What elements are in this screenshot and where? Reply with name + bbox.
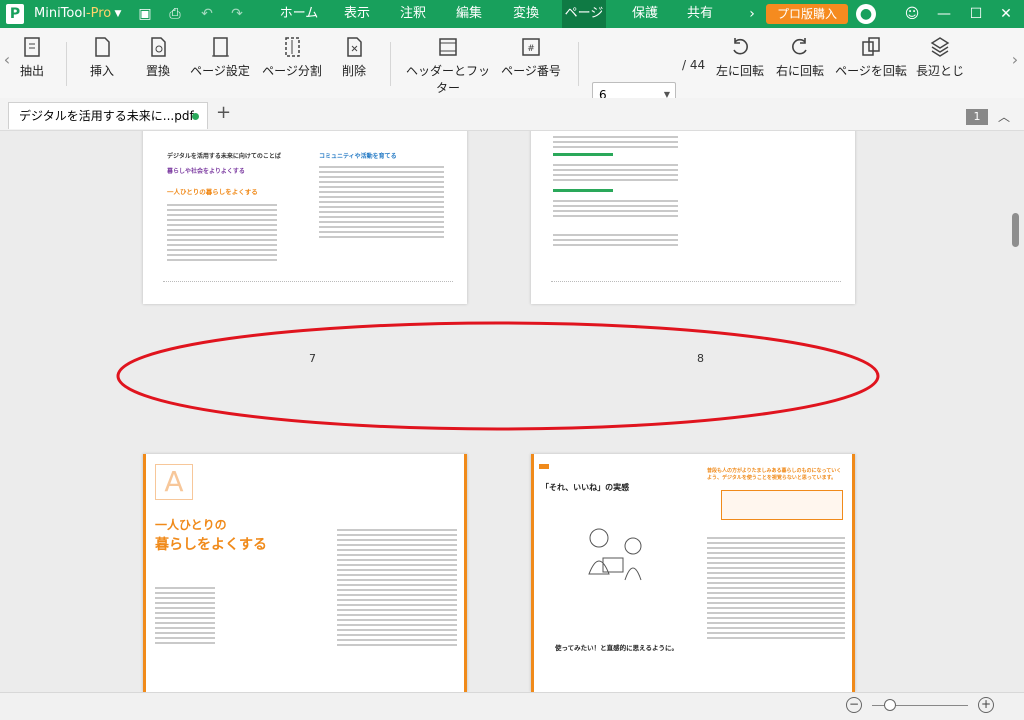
dropdown-icon[interactable]: ▼ bbox=[112, 4, 124, 24]
vertical-scrollbar-thumb[interactable] bbox=[1012, 213, 1019, 247]
toolbar-scroll-left-icon[interactable]: ‹ bbox=[2, 50, 12, 70]
long-edge-binding-icon bbox=[930, 37, 950, 57]
buy-pro-button[interactable]: プロ版購入 bbox=[766, 4, 848, 24]
menu-view[interactable]: 表示 bbox=[330, 0, 384, 28]
insert-button[interactable]: 挿入 bbox=[82, 36, 122, 79]
replace-icon bbox=[151, 37, 166, 57]
page-badge: 1 bbox=[966, 109, 988, 125]
delete-page-icon bbox=[347, 37, 362, 57]
minimize-icon[interactable]: — bbox=[936, 4, 952, 24]
menu-convert[interactable]: 変換 bbox=[498, 0, 554, 28]
page-split-icon bbox=[285, 37, 300, 57]
page-split-button[interactable]: ページ分割 bbox=[260, 36, 324, 79]
header-footer-button[interactable]: ヘッダーとフッター bbox=[404, 36, 492, 96]
close-icon[interactable]: ✕ bbox=[998, 4, 1014, 24]
illustration-people-icon bbox=[588, 528, 642, 581]
separator bbox=[578, 42, 579, 86]
menu-page[interactable]: ページ bbox=[562, 0, 606, 28]
page-number-icon: # bbox=[522, 38, 540, 56]
page-total: / 44 bbox=[682, 58, 706, 72]
menu-protect[interactable]: 保護 bbox=[620, 0, 670, 28]
menu-edit[interactable]: 編集 bbox=[442, 0, 496, 28]
illustration-strip bbox=[551, 281, 841, 296]
delete-button[interactable]: 削除 bbox=[336, 36, 372, 79]
separator bbox=[390, 42, 391, 86]
rotate-page-icon bbox=[862, 37, 880, 56]
page-thumbnails-canvas[interactable]: デジタルを活用する未来に向けてのことば 暮らしや社会をよりよくする 一人ひとりの… bbox=[0, 131, 1024, 692]
insert-icon bbox=[95, 37, 110, 57]
save-icon[interactable]: ▣ bbox=[136, 4, 154, 24]
zoom-in-icon[interactable]: + bbox=[978, 697, 994, 713]
user-avatar-icon[interactable]: ● bbox=[856, 4, 876, 24]
document-tab[interactable]: デジタルを活用する未来に...pdf bbox=[8, 102, 208, 129]
status-bar: − + bbox=[0, 692, 1024, 720]
rotate-right-icon bbox=[792, 38, 807, 55]
menu-home[interactable]: ホーム bbox=[270, 0, 328, 28]
page-number-button[interactable]: # ページ番号 bbox=[500, 36, 562, 79]
page-settings-icon bbox=[212, 37, 229, 57]
replace-button[interactable]: 置換 bbox=[138, 36, 178, 79]
title-bar: P MiniTool-Pro ▼ ▣ ⎙ ↶ ↷ ホーム 表示 注釈 編集 変換… bbox=[0, 0, 1024, 28]
page-thumbnail-9[interactable]: A 一人ひとりの 暮らしをよくする bbox=[143, 454, 467, 692]
collapse-icon[interactable]: ︿ bbox=[998, 108, 1010, 125]
header-footer-icon bbox=[439, 38, 457, 56]
chevron-right-icon[interactable]: › bbox=[746, 4, 758, 24]
illustration-strip bbox=[163, 281, 453, 296]
undo-icon[interactable]: ↶ bbox=[198, 4, 216, 24]
redo-icon[interactable]: ↷ bbox=[228, 4, 246, 24]
zoom-out-icon[interactable]: − bbox=[846, 697, 862, 713]
page-toolbar: ‹ 抽出 挿入 置換 ページ設定 ページ分割 削除 ヘッダーとフッター # ペー… bbox=[0, 28, 1024, 106]
rotate-right-button[interactable]: 右に回転 bbox=[774, 36, 826, 79]
page-thumbnail-10[interactable]: 「それ、いいね」の実感 使ってみたい！と直感的に思えるように。 普段も人の方がよ… bbox=[531, 454, 855, 692]
add-tab-icon[interactable]: + bbox=[216, 102, 231, 123]
rotate-page-button[interactable]: ページを回転 bbox=[834, 36, 908, 79]
rotate-left-button[interactable]: 左に回転 bbox=[714, 36, 766, 79]
extract-icon bbox=[24, 37, 40, 57]
rotate-left-icon bbox=[733, 38, 748, 55]
separator bbox=[66, 42, 67, 86]
chapter-letter-icon: A bbox=[155, 464, 193, 500]
svg-text:#: # bbox=[527, 44, 535, 54]
zoom-slider-handle[interactable] bbox=[884, 699, 896, 711]
toolbar-scroll-right-icon[interactable]: › bbox=[1010, 50, 1020, 70]
app-name: MiniTool-Pro bbox=[34, 6, 112, 21]
annotation-ellipse[interactable] bbox=[112, 317, 884, 435]
maximize-icon[interactable]: ☐ bbox=[968, 4, 984, 24]
app-logo: P bbox=[6, 4, 24, 24]
unsaved-dot-icon bbox=[192, 113, 199, 120]
page-settings-button[interactable]: ページ設定 bbox=[188, 36, 252, 79]
page-thumbnail-8[interactable] bbox=[531, 131, 855, 304]
print-icon[interactable]: ⎙ bbox=[166, 4, 184, 24]
chat-icon[interactable]: ☺ bbox=[904, 4, 920, 24]
extract-button[interactable]: 抽出 bbox=[14, 36, 50, 79]
menu-share[interactable]: 共有 bbox=[676, 0, 724, 28]
long-edge-binding-button[interactable]: 長辺とじ bbox=[916, 36, 964, 79]
page-thumbnail-7[interactable]: デジタルを活用する未来に向けてのことば 暮らしや社会をよりよくする 一人ひとりの… bbox=[143, 131, 467, 304]
document-tab-bar: デジタルを活用する未来に...pdf + 1 ︿ bbox=[0, 98, 1024, 131]
menu-annotate[interactable]: 注釈 bbox=[386, 0, 440, 28]
